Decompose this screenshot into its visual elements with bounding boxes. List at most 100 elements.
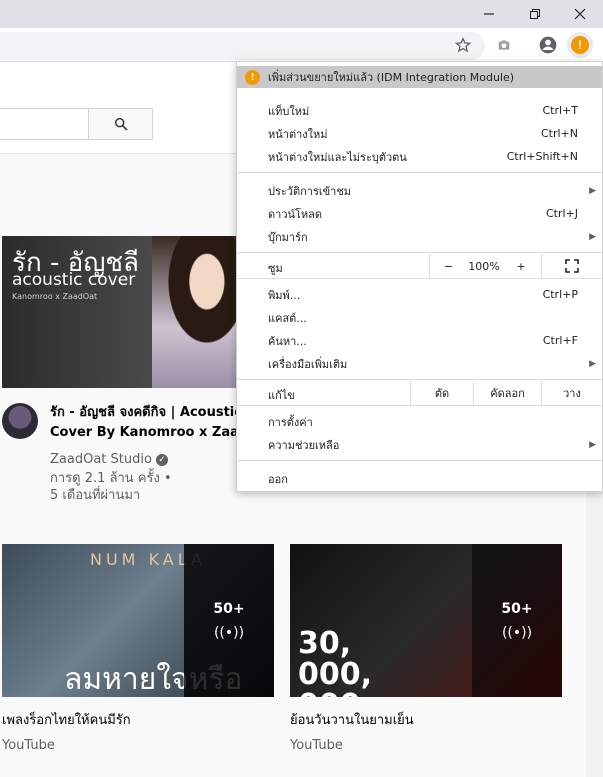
menu-item-label: ความช่วยเหลือ bbox=[268, 438, 340, 452]
cut-label: ตัด bbox=[434, 387, 450, 400]
menu-item-label: แท็บใหม่ bbox=[268, 104, 310, 118]
copy-button[interactable]: คัดลอก bbox=[473, 381, 541, 405]
minus-icon: − bbox=[443, 259, 454, 273]
restore-button[interactable] bbox=[512, 0, 558, 28]
browser-toolbar: ! bbox=[0, 28, 603, 62]
minimize-button[interactable] bbox=[466, 0, 512, 28]
menu-item-label: พิมพ์... bbox=[268, 288, 301, 302]
menu-item-bookmarks[interactable]: บุ๊กมาร์ก ▶ bbox=[237, 225, 602, 248]
menu-item-label: หน้าต่างใหม่และไม่ระบุตัวตน bbox=[268, 150, 407, 164]
menu-item-label: แคสต์... bbox=[268, 311, 307, 325]
menu-item-shortcut: Ctrl+Shift+N bbox=[506, 150, 578, 163]
zoom-in-button[interactable]: + bbox=[501, 254, 541, 278]
thumbnail-number-text: 30, 000, 000 bbox=[298, 626, 373, 697]
menu-item-history[interactable]: ประวัติการเข้าชม ▶ bbox=[237, 179, 602, 202]
chrome-menu-button[interactable]: ! bbox=[567, 32, 593, 58]
menu-divider bbox=[237, 278, 602, 279]
camera-extension-button[interactable] bbox=[491, 32, 517, 58]
cut-button[interactable]: ตัด bbox=[410, 381, 473, 405]
menu-item-label: เพิ่มส่วนขยายใหม่แล้ว (IDM Integration M… bbox=[268, 71, 515, 84]
playlist-overlay: 50+ ((•)) bbox=[184, 544, 274, 697]
menu-divider bbox=[237, 405, 602, 406]
zoom-out-button[interactable]: − bbox=[429, 254, 467, 278]
menu-item-settings[interactable]: การตั้งค่า bbox=[237, 410, 602, 433]
playlist-title-2[interactable]: ย้อนวันวานในยามเย็น bbox=[290, 711, 414, 731]
edit-label: แก้ไข bbox=[268, 389, 295, 402]
alert-icon: ! bbox=[571, 36, 589, 54]
menu-divider bbox=[237, 172, 602, 173]
fullscreen-icon bbox=[565, 259, 579, 273]
menu-item-incognito[interactable]: หน้าต่างใหม่และไม่ระบุตัวตน Ctrl+Shift+N bbox=[237, 145, 602, 168]
menu-item-downloads[interactable]: ดาวน์โหลด Ctrl+J bbox=[237, 202, 602, 225]
profile-button[interactable] bbox=[535, 32, 561, 58]
warning-icon: ! bbox=[245, 69, 260, 85]
menu-divider bbox=[237, 460, 602, 461]
submenu-arrow-icon: ▶ bbox=[589, 439, 596, 450]
upload-age: 5 เดือนที่ผ่านมา bbox=[50, 488, 141, 503]
menu-item-help[interactable]: ความช่วยเหลือ ▶ bbox=[237, 433, 602, 456]
menu-item-shortcut: Ctrl+T bbox=[542, 104, 578, 117]
edit-row: แก้ไข ตัด คัดลอก วาง bbox=[237, 381, 602, 405]
zoom-level: 100% bbox=[467, 254, 501, 278]
menu-item-label: หน้าต่างใหม่ bbox=[268, 127, 328, 141]
menu-divider bbox=[237, 252, 602, 253]
menu-item-label: ออก bbox=[268, 472, 288, 486]
verified-icon: ✓ bbox=[156, 453, 169, 466]
zoom-value: 100% bbox=[468, 259, 500, 273]
menu-item-label: เครื่องมือเพิ่มเติม bbox=[268, 357, 348, 371]
playlist-title-1[interactable]: เพลงร็อกไทยให้คนมีรัก bbox=[2, 711, 131, 731]
fullscreen-button[interactable] bbox=[541, 254, 602, 278]
menu-divider bbox=[237, 379, 602, 380]
search-button[interactable] bbox=[88, 108, 153, 140]
menu-item-shortcut: Ctrl+P bbox=[542, 288, 578, 301]
menu-item-label: ดาวน์โหลด bbox=[268, 207, 323, 221]
channel-avatar[interactable] bbox=[2, 403, 38, 439]
channel-name-text: ZaadOat Studio bbox=[50, 452, 152, 467]
menu-item-shortcut: Ctrl+J bbox=[545, 207, 578, 220]
close-icon bbox=[574, 8, 586, 20]
plus-icon: + bbox=[516, 259, 526, 273]
featured-video-thumbnail[interactable]: รัก - อัญชลี acoustic cover Kanomroo x Z… bbox=[2, 236, 274, 388]
playlist-count: 50+ bbox=[501, 600, 533, 617]
minimize-icon bbox=[484, 13, 494, 15]
restore-icon bbox=[530, 9, 540, 19]
playlist-thumbnail-2[interactable]: 30, 000, 000 50+ ((•)) bbox=[290, 544, 562, 697]
menu-item-label: ค้นหา... bbox=[268, 334, 307, 348]
video-title-line1[interactable]: รัก - อัญชลี จงคดีกิจ | Acoustic bbox=[50, 403, 242, 423]
playlist-channel-2[interactable]: YouTube bbox=[290, 736, 343, 755]
menu-item-idm-notice[interactable]: ! เพิ่มส่วนขยายใหม่แล้ว (IDM Integration… bbox=[237, 66, 602, 88]
submenu-arrow-icon: ▶ bbox=[589, 185, 596, 196]
camera-icon bbox=[498, 40, 510, 50]
search-input[interactable] bbox=[0, 108, 89, 140]
menu-item-new-tab[interactable]: แท็บใหม่ Ctrl+T bbox=[237, 99, 602, 122]
paste-button[interactable]: วาง bbox=[541, 381, 602, 405]
mix-radio-icon: ((•)) bbox=[501, 624, 533, 641]
menu-item-new-window[interactable]: หน้าต่างใหม่ Ctrl+N bbox=[237, 122, 602, 145]
close-window-button[interactable] bbox=[557, 0, 603, 28]
submenu-arrow-icon: ▶ bbox=[589, 231, 596, 242]
menu-item-shortcut: Ctrl+N bbox=[540, 127, 578, 140]
bookmark-star-button[interactable] bbox=[450, 32, 476, 58]
chrome-main-menu: ! เพิ่มส่วนขยายใหม่แล้ว (IDM Integration… bbox=[236, 61, 603, 492]
channel-name[interactable]: ZaadOat Studio ✓ bbox=[50, 450, 169, 469]
playlist-channel-1[interactable]: YouTube bbox=[2, 736, 55, 755]
menu-item-find[interactable]: ค้นหา... Ctrl+F bbox=[237, 329, 602, 352]
menu-item-shortcut: Ctrl+F bbox=[542, 334, 578, 347]
zoom-label: ซูม bbox=[268, 262, 283, 275]
star-icon bbox=[455, 37, 471, 53]
playlist-overlay: 50+ ((•)) bbox=[472, 544, 562, 697]
paste-label: วาง bbox=[563, 387, 581, 400]
menu-item-print[interactable]: พิมพ์... Ctrl+P bbox=[237, 283, 602, 306]
menu-item-exit[interactable]: ออก bbox=[237, 467, 602, 490]
copy-label: คัดลอก bbox=[490, 387, 525, 400]
menu-item-label: บุ๊กมาร์ก bbox=[268, 230, 308, 244]
thumbnail-credit: Kanomroo x ZaadOat bbox=[12, 292, 98, 301]
menu-item-more-tools[interactable]: เครื่องมือเพิ่มเติม ▶ bbox=[237, 352, 602, 375]
search-icon bbox=[114, 117, 128, 131]
menu-item-cast[interactable]: แคสต์... bbox=[237, 306, 602, 329]
playlist-thumbnail-1[interactable]: NUM KALA ลมหายใจหรือ 50+ ((•)) bbox=[2, 544, 274, 697]
address-bar[interactable] bbox=[0, 32, 485, 60]
thumbnail-subtitle: acoustic cover bbox=[12, 270, 136, 290]
account-icon bbox=[539, 36, 557, 54]
window-titlebar bbox=[0, 0, 603, 28]
